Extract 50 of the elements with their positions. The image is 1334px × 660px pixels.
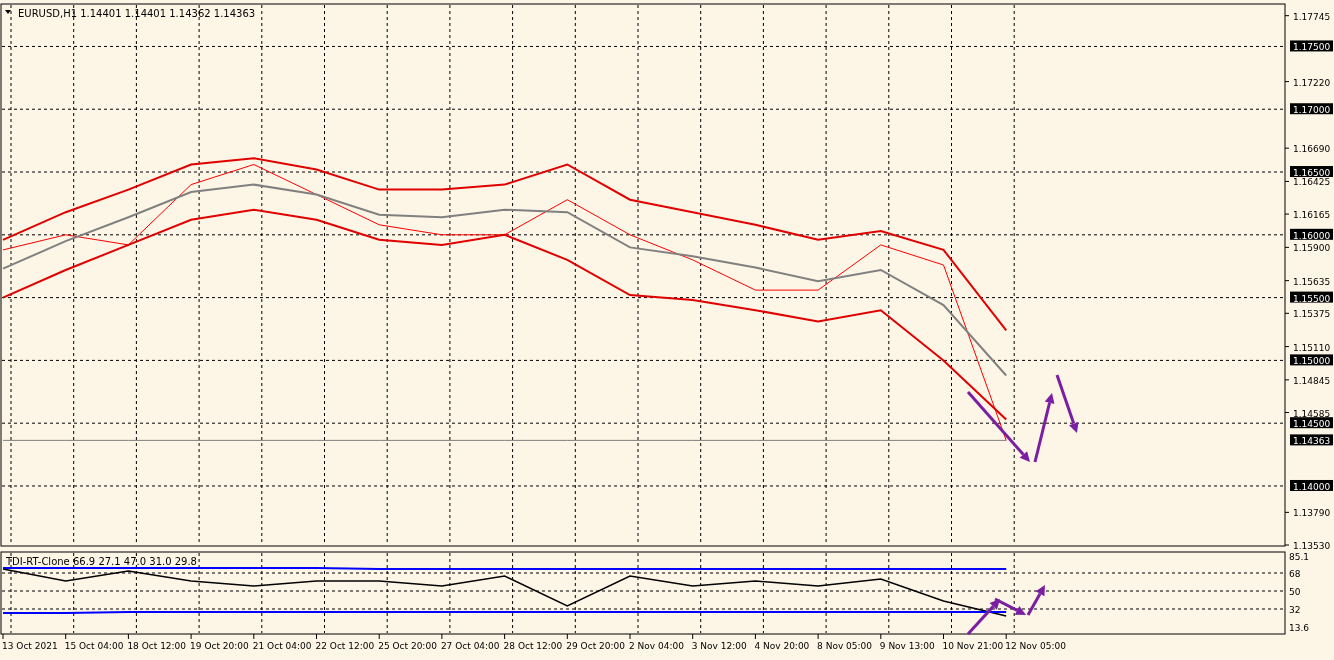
time-label: 4 Nov 20:00 [754,641,810,651]
indicator-scale-label: 50 [1289,587,1301,597]
price-label: 1.16165 [1293,210,1331,221]
price-level-label: 1.14500 [1290,417,1333,430]
current-price-label: 1.14363 [1290,434,1333,447]
price-level-label: 1.16500 [1290,166,1333,178]
price-label: 1.16425 [1293,177,1331,188]
price-label: 1.13530 [1293,541,1331,551]
price-label: 1.13790 [1293,508,1331,519]
price-level-label: 1.17000 [1290,103,1333,116]
price-label: 1.14585 [1293,408,1331,419]
price-label: 1.17220 [1293,77,1331,88]
time-label: 12 Nov 05:00 [1005,641,1066,651]
time-label: 10 Nov 21:00 [942,641,1004,651]
time-label: 25 Oct 20:00 [378,641,437,651]
time-label: 2 Nov 04:00 [629,641,684,651]
indicator-scale-label: 68 [1289,569,1301,579]
indicator-scale-label: 85.1 [1289,551,1310,562]
price-label: 1.15635 [1293,276,1331,287]
time-label: 8 Nov 05:00 [817,641,873,651]
dropdown-icon[interactable] [5,10,11,14]
time-label: 22 Oct 12:00 [315,641,375,651]
indicator-scale-label: 13.6 [1289,623,1310,634]
price-label: 1.15900 [1293,243,1331,254]
time-label: 3 Nov 12:00 [691,641,747,651]
price-label: 1.17745 [1293,11,1331,22]
time-label: 18 Oct 12:00 [127,641,187,651]
indicator-info: TDI-RT-Clone 66.9 27.1 47.0 31.0 29.8 [6,556,197,567]
time-label: 28 Oct 12:00 [503,641,563,651]
time-label: 29 Oct 20:00 [566,641,625,651]
time-label: 15 Oct 04:00 [64,641,124,651]
time-label: 9 Nov 13:00 [879,641,935,651]
time-label: 27 Oct 04:00 [440,641,500,651]
time-label: 19 Oct 20:00 [190,641,249,651]
symbol-info: EURUSD,H1 1.14401 1.14401 1.14362 1.14363 [18,8,256,19]
price-label: 1.16690 [1293,144,1331,155]
price-level-label: 1.14000 [1290,480,1333,492]
price-level-label: 1.16000 [1290,228,1333,241]
price-label: 1.15375 [1293,309,1331,320]
price-label: 1.15110 [1293,342,1331,353]
arrow-drawing [1033,393,1055,463]
arrow-drawing [966,391,1030,462]
price-level-label: 1.17500 [1290,40,1333,53]
time-label: 21 Oct 04:00 [252,641,312,651]
price-level-label: 1.15000 [1290,354,1333,367]
time-label: 13 Oct 2021 [2,641,58,651]
indicator-scale-label: 32 [1289,605,1301,615]
price-label: 1.14845 [1293,375,1331,386]
price-level-label: 1.15500 [1290,291,1333,304]
arrow-drawing [1055,374,1079,433]
